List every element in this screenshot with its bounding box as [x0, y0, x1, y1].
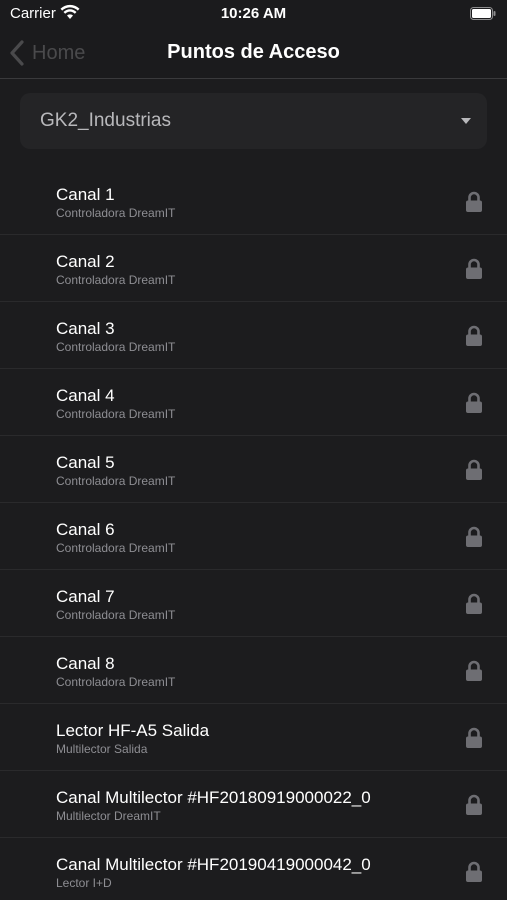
access-point-title: Canal 3	[56, 319, 115, 338]
access-point-row[interactable]: Lector HF-A5 Salida Multilector Salida	[0, 704, 507, 771]
access-point-title: Canal 4	[56, 386, 115, 405]
access-point-subtitle: Controladora DreamIT	[56, 474, 176, 488]
access-point-title: Canal 2	[56, 252, 115, 271]
access-point-row[interactable]: Canal Multilector #HF20190419000042_0 Le…	[0, 838, 507, 900]
access-point-subtitle: Lector I+D	[56, 876, 112, 890]
lock-icon	[466, 526, 482, 547]
access-point-subtitle: Multilector Salida	[56, 742, 148, 756]
lock-icon	[466, 794, 482, 815]
access-point-row[interactable]: Canal 2 Controladora DreamIT	[0, 235, 507, 302]
access-point-subtitle: Controladora DreamIT	[56, 273, 176, 287]
page-title: Puntos de Acceso	[167, 41, 340, 63]
access-point-title: Canal 1	[56, 185, 115, 204]
status-time: 10:26 AM	[220, 5, 287, 22]
access-point-title: Canal 5	[56, 453, 115, 472]
access-point-row[interactable]: Canal 4 Controladora DreamIT	[0, 369, 507, 436]
access-point-title: Canal Multilector #HF20190419000042_0	[56, 855, 371, 874]
access-point-row[interactable]: Canal 6 Controladora DreamIT	[0, 503, 507, 570]
lock-icon	[466, 325, 482, 346]
lock-icon	[466, 861, 482, 882]
lock-icon	[466, 191, 482, 212]
selected-company-label: GK2_Industrias	[40, 110, 171, 131]
access-point-title: Canal Multilector #HF20180919000022_0	[56, 788, 371, 807]
lock-icon	[466, 258, 482, 279]
battery-icon	[470, 7, 496, 20]
access-point-row[interactable]: Canal Multilector #HF20180919000022_0 Mu…	[0, 771, 507, 838]
access-point-title: Canal 8	[56, 654, 115, 673]
access-point-subtitle: Controladora DreamIT	[56, 206, 176, 220]
lock-icon	[466, 727, 482, 748]
access-point-title: Canal 6	[56, 520, 115, 539]
caret-down-icon	[461, 118, 471, 124]
access-point-subtitle: Controladora DreamIT	[56, 407, 176, 421]
access-point-row[interactable]: Canal 5 Controladora DreamIT	[0, 436, 507, 503]
access-point-row[interactable]: Canal 1 Controladora DreamIT	[0, 168, 507, 235]
lock-icon	[466, 459, 482, 480]
company-selector-dropdown[interactable]: GK2_Industrias	[20, 93, 487, 149]
access-point-title: Lector HF-A5 Salida	[56, 721, 210, 740]
access-point-subtitle: Controladora DreamIT	[56, 340, 176, 354]
access-point-row[interactable]: Canal 8 Controladora DreamIT	[0, 637, 507, 704]
lock-icon	[466, 392, 482, 413]
access-point-subtitle: Controladora DreamIT	[56, 675, 176, 689]
access-point-subtitle: Controladora DreamIT	[56, 608, 176, 622]
lock-icon	[466, 593, 482, 614]
access-point-subtitle: Controladora DreamIT	[56, 541, 176, 555]
lock-icon	[466, 660, 482, 681]
access-point-row[interactable]: Canal 7 Controladora DreamIT	[0, 570, 507, 637]
access-point-subtitle: Multilector DreamIT	[56, 809, 161, 823]
access-point-list: Canal 1 Controladora DreamIT Canal 2 Con…	[0, 168, 507, 900]
access-point-title: Canal 7	[56, 587, 115, 606]
status-bar: Carrier 10:26 AM	[0, 0, 507, 28]
access-point-row[interactable]: Canal 3 Controladora DreamIT	[0, 302, 507, 369]
navigation-bar: Home Puntos de Acceso	[0, 28, 507, 79]
